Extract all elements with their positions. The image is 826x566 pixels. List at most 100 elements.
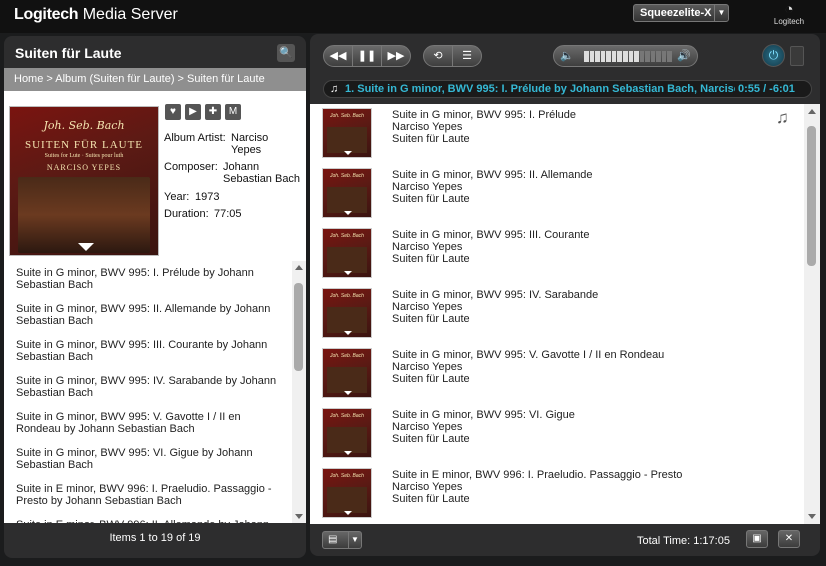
volume-segment[interactable] xyxy=(595,51,600,62)
play-overlay-icon[interactable] xyxy=(78,243,94,251)
playlist-view-menu[interactable]: ▤ ▼ xyxy=(322,531,362,549)
more-button[interactable]: M xyxy=(225,104,241,120)
list-item[interactable]: Suite in E minor, BWV 996: I. Praeludio.… xyxy=(4,477,290,513)
playlist-row[interactable]: Joh. Seb. Bach Suite in G minor, BWV 995:… xyxy=(310,104,804,164)
track-album[interactable]: Suiten für Laute xyxy=(392,193,593,205)
scroll-down-icon[interactable] xyxy=(295,514,303,519)
scrollbar-thumb[interactable] xyxy=(294,283,303,371)
track-title[interactable]: Suite in G minor, BWV 995: V. Gavotte I … xyxy=(392,349,664,361)
play-overlay-icon[interactable] xyxy=(344,271,352,275)
volume-control[interactable]: 🔈 🔊 xyxy=(553,45,698,67)
breadcrumb[interactable]: Home > Album (Suiten für Laute) > Suiten… xyxy=(4,68,306,91)
volume-down-icon[interactable]: 🔈 xyxy=(560,49,574,62)
volume-bar[interactable] xyxy=(584,51,672,62)
playlist-row[interactable]: Joh. Seb. Bach Suite in G minor, BWV 995:… xyxy=(310,404,804,464)
track-artist[interactable]: Narciso Yepes xyxy=(392,241,589,253)
volume-segment[interactable] xyxy=(628,51,634,62)
track-list-scrollbar[interactable] xyxy=(292,261,306,523)
composer-value[interactable]: Johann Sebastian Bach xyxy=(223,161,303,185)
track-artist[interactable]: Narciso Yepes xyxy=(392,481,682,493)
search-button[interactable]: 🔍 xyxy=(277,44,295,62)
track-artist[interactable]: Narciso Yepes xyxy=(392,361,664,373)
play-overlay-icon[interactable] xyxy=(344,211,352,215)
scroll-up-icon[interactable] xyxy=(808,109,816,114)
clear-playlist-button[interactable]: ✕ xyxy=(778,530,800,548)
volume-segment[interactable] xyxy=(617,51,622,62)
play-overlay-icon[interactable] xyxy=(344,331,352,335)
power-button[interactable]: ⏻ xyxy=(762,44,785,67)
track-album[interactable]: Suiten für Laute xyxy=(392,493,682,505)
track-album[interactable]: Suiten für Laute xyxy=(392,433,575,445)
playlist-row[interactable]: Joh. Seb. Bach Suite in G minor, BWV 995:… xyxy=(310,284,804,344)
volume-segment[interactable] xyxy=(589,51,595,62)
track-artist[interactable]: Narciso Yepes xyxy=(392,181,593,193)
track-title[interactable]: Suite in G minor, BWV 995: VI. Gigue xyxy=(392,409,575,421)
playlist-row[interactable]: Joh. Seb. Bach Suite in G minor, BWV 995:… xyxy=(310,344,804,404)
volume-segment[interactable] xyxy=(634,51,639,62)
player-select[interactable]: Squeezelite-X ▼ xyxy=(633,4,729,22)
add-album-button[interactable]: ✚ xyxy=(205,104,221,120)
save-playlist-button[interactable]: ▣ xyxy=(746,530,768,548)
play-overlay-icon[interactable] xyxy=(344,391,352,395)
track-thumbnail[interactable]: Joh. Seb. Bach xyxy=(322,408,372,458)
track-thumbnail[interactable]: Joh. Seb. Bach xyxy=(322,228,372,278)
volume-segment[interactable] xyxy=(661,51,667,62)
volume-segment[interactable] xyxy=(600,51,606,62)
track-thumbnail[interactable]: Joh. Seb. Bach xyxy=(322,168,372,218)
year-value[interactable]: 1973 xyxy=(195,191,219,203)
volume-segment[interactable] xyxy=(606,51,611,62)
track-artist[interactable]: Narciso Yepes xyxy=(392,421,575,433)
track-thumbnail[interactable]: Joh. Seb. Bach xyxy=(322,288,372,338)
playlist-row[interactable]: Joh. Seb. Bach Suite in G minor, BWV 995:… xyxy=(310,164,804,224)
album-artist-value[interactable]: Narciso Yepes xyxy=(231,132,301,156)
volume-segment[interactable] xyxy=(611,51,617,62)
play-overlay-icon[interactable] xyxy=(344,451,352,455)
track-thumbnail[interactable]: Joh. Seb. Bach xyxy=(322,468,372,518)
volume-segment[interactable] xyxy=(584,51,589,62)
track-artist[interactable]: Narciso Yepes xyxy=(392,121,576,133)
previous-button[interactable]: ◀◀ xyxy=(323,45,353,67)
track-title[interactable]: Suite in G minor, BWV 995: III. Courante xyxy=(392,229,589,241)
track-title[interactable]: Suite in G minor, BWV 995: II. Allemande xyxy=(392,169,593,181)
track-title[interactable]: Suite in E minor, BWV 996: I. Praeludio.… xyxy=(392,469,682,481)
pause-button[interactable]: ❚❚ xyxy=(352,45,382,67)
scroll-down-icon[interactable] xyxy=(808,514,816,519)
track-title[interactable]: Suite in G minor, BWV 995: IV. Sarabande xyxy=(392,289,598,301)
list-item[interactable]: Suite in G minor, BWV 995: III. Courante… xyxy=(4,333,290,369)
track-thumbnail[interactable]: Joh. Seb. Bach xyxy=(322,348,372,398)
shuffle-button[interactable]: ☰ xyxy=(452,45,482,67)
player-side-toggle[interactable] xyxy=(790,46,804,66)
play-album-button[interactable]: ▶ xyxy=(185,104,201,120)
playlist-row[interactable]: Joh. Seb. Bach Suite in G minor, BWV 995:… xyxy=(310,224,804,284)
volume-segment[interactable] xyxy=(667,51,672,62)
track-album[interactable]: Suiten für Laute xyxy=(392,313,598,325)
volume-segment[interactable] xyxy=(639,51,645,62)
volume-segment[interactable] xyxy=(650,51,656,62)
volume-segment[interactable] xyxy=(656,51,661,62)
album-art[interactable]: Joh. Seb. Bach SUITEN FÜR LAUTE Suites f… xyxy=(9,106,159,256)
play-overlay-icon[interactable] xyxy=(344,511,352,515)
playlist-scrollbar[interactable] xyxy=(804,104,820,524)
next-button[interactable]: ▶▶ xyxy=(381,45,411,67)
volume-segment[interactable] xyxy=(622,51,628,62)
now-playing-bar[interactable]: ♫ 1. Suite in G minor, BWV 995: I. Prélu… xyxy=(323,80,812,98)
list-item[interactable]: Suite in G minor, BWV 995: V. Gavotte I … xyxy=(4,405,290,441)
track-album[interactable]: Suiten für Laute xyxy=(392,253,589,265)
list-item[interactable]: Suite in G minor, BWV 995: VI. Gigue by … xyxy=(4,441,290,477)
volume-up-icon[interactable]: 🔊 xyxy=(677,49,691,62)
list-item[interactable]: Suite in E minor, BWV 996: II. Allemande… xyxy=(4,513,290,523)
list-item[interactable]: Suite in G minor, BWV 995: I. Prélude by… xyxy=(4,261,290,297)
track-album[interactable]: Suiten für Laute xyxy=(392,373,664,385)
track-album[interactable]: Suiten für Laute xyxy=(392,133,576,145)
track-title[interactable]: Suite in G minor, BWV 995: I. Prélude xyxy=(392,109,576,121)
track-artist[interactable]: Narciso Yepes xyxy=(392,301,598,313)
list-item[interactable]: Suite in G minor, BWV 995: II. Allemande… xyxy=(4,297,290,333)
repeat-button[interactable]: ⟲ xyxy=(423,45,453,67)
playlist-row[interactable]: Joh. Seb. Bach Suite in E minor, BWV 996:… xyxy=(310,464,804,524)
scroll-up-icon[interactable] xyxy=(295,265,303,270)
scrollbar-thumb[interactable] xyxy=(807,126,816,266)
track-thumbnail[interactable]: Joh. Seb. Bach xyxy=(322,108,372,158)
play-overlay-icon[interactable] xyxy=(344,151,352,155)
volume-segment[interactable] xyxy=(645,51,650,62)
list-item[interactable]: Suite in G minor, BWV 995: IV. Sarabande… xyxy=(4,369,290,405)
